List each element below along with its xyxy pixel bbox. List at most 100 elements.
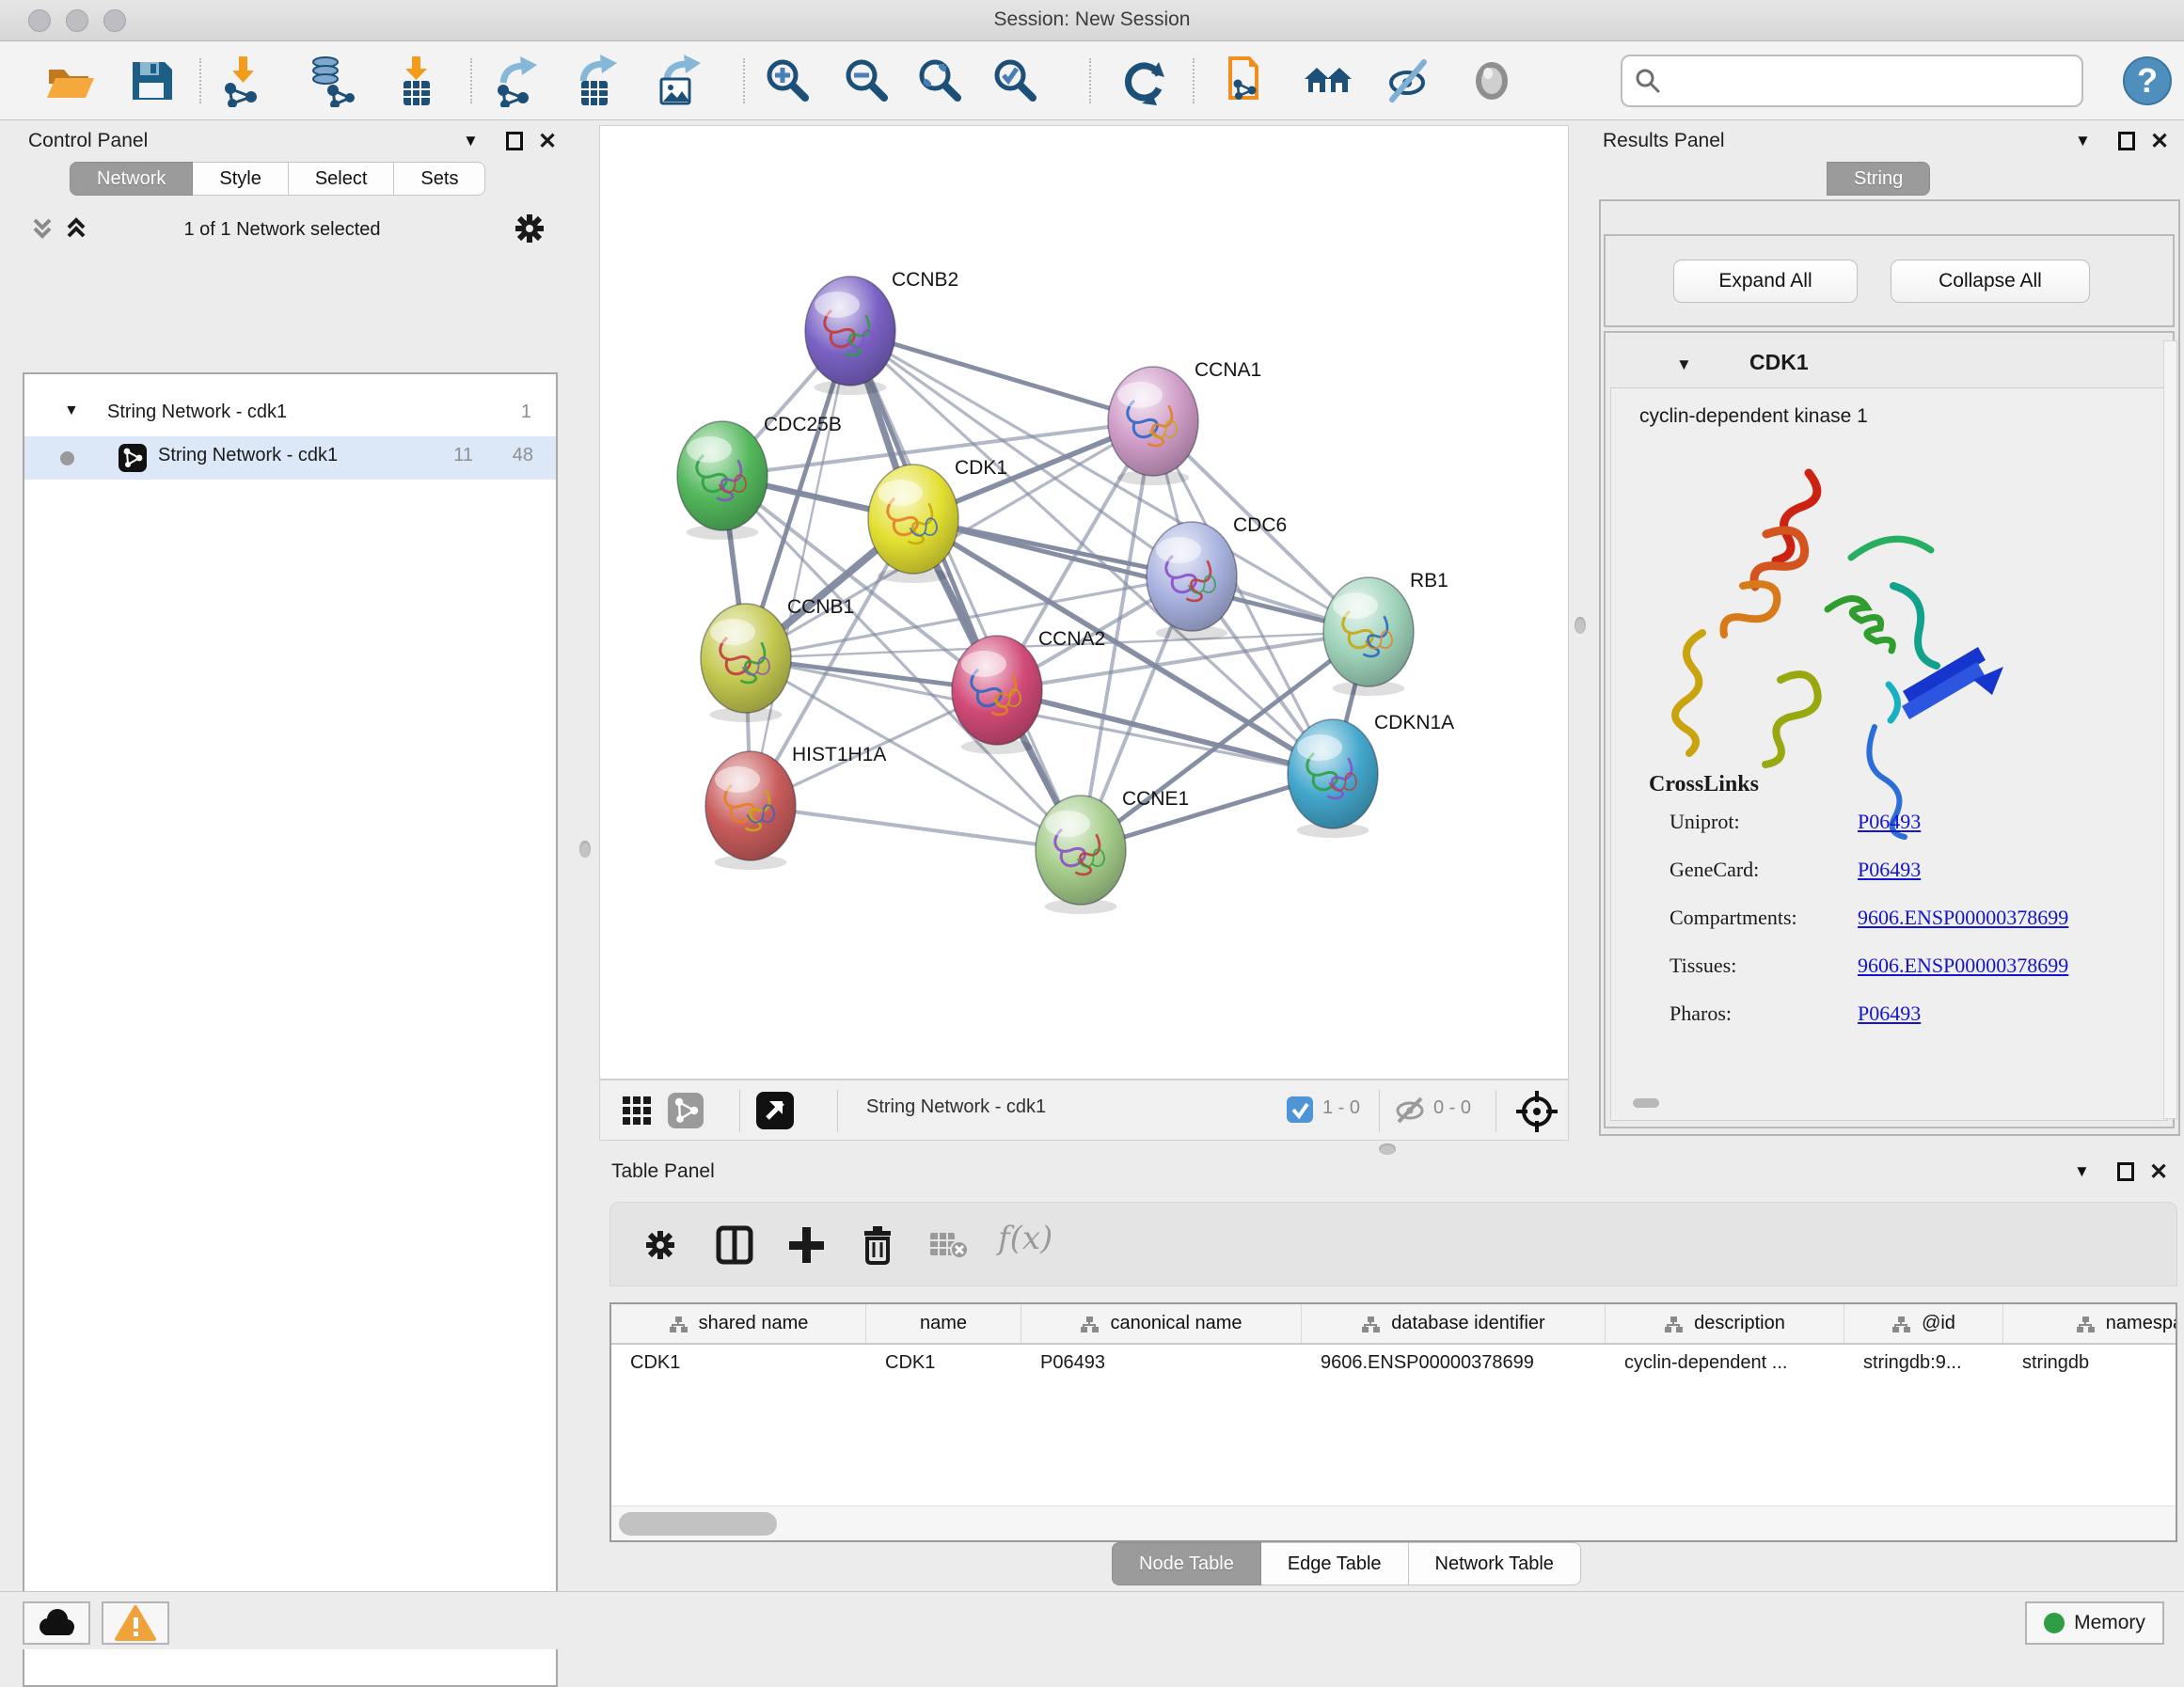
tab-network-table[interactable]: Network Table [1409,1542,1581,1585]
network-node-CDC6[interactable]: CDC6 [1147,514,1287,640]
tab-edge-table[interactable]: Edge Table [1261,1542,1409,1585]
tab-sets[interactable]: Sets [394,162,485,196]
crosslink-link[interactable]: P06493 [1858,810,1921,834]
network-node-CCNA1[interactable]: CCNA1 [1108,359,1261,485]
results-hscroll-thumb[interactable] [1633,1098,1659,1108]
zoom-fit-icon[interactable] [914,55,967,107]
network-node-label-CCNB2: CCNB2 [892,269,958,291]
crosslink-link[interactable]: P06493 [1858,1001,1921,1026]
delete-table-icon[interactable] [928,1229,970,1261]
network-edge-count: 48 [513,445,533,466]
network-from-document-icon[interactable] [1221,55,1274,107]
zoom-in-icon[interactable] [762,55,815,107]
crosshair-icon[interactable] [1514,1089,1559,1134]
network-collection-row[interactable]: ▼ String Network - cdk1 1 [24,393,556,436]
hidden-eye-icon[interactable] [1394,1096,1426,1124]
zoom-out-icon[interactable] [841,55,894,107]
function-builder-icon[interactable]: f(x) [998,1220,1052,1257]
column-header-canonical-name[interactable]: canonical name [1021,1304,1302,1343]
zoom-selected-icon[interactable] [989,55,1042,107]
column-header-name[interactable]: name [866,1304,1021,1343]
column-header-shared-name[interactable]: shared name [611,1304,866,1343]
crosslink-label: Pharos: [1670,1001,1732,1025]
network-node-HIST1H1A[interactable]: HIST1H1A [705,744,886,870]
search-input[interactable] [1662,62,2081,100]
table-row[interactable]: CDK1CDK1P064939606.ENSP00000378699cyclin… [611,1345,2176,1383]
memory-button[interactable]: Memory [2025,1601,2164,1645]
table-hscroll-thumb[interactable] [619,1512,777,1536]
network-share-view-icon[interactable] [668,1093,704,1128]
grid-view-icon[interactable] [621,1095,653,1127]
results-panel-maximize-icon[interactable] [2118,132,2135,150]
network-options-gear-icon[interactable] [514,213,546,244]
tab-select[interactable]: Select [289,162,395,196]
collapse-all-button[interactable]: Collapse All [1891,260,2090,303]
control-panel-float-icon[interactable]: ▼ [463,132,479,150]
import-table-icon[interactable] [390,55,443,107]
collection-disclosure-icon[interactable]: ▼ [64,402,79,419]
tab-node-table[interactable]: Node Table [1112,1542,1261,1585]
tab-string[interactable]: String [1827,162,1930,196]
entry-disclosure-icon[interactable]: ▼ [1676,355,1692,374]
left-splitter-grip[interactable] [579,841,591,858]
export-table-icon[interactable] [572,55,625,107]
control-panel-maximize-icon[interactable] [506,132,523,150]
warning-button[interactable] [102,1601,169,1645]
network-row-selected[interactable]: String Network - cdk1 11 48 [24,436,556,480]
add-column-icon[interactable] [787,1225,825,1265]
network-node-CDKN1A[interactable]: CDKN1A [1288,712,1454,838]
refresh-network-icon[interactable] [1117,55,1170,107]
welcome-screen-icon[interactable] [1302,55,1354,107]
table-panel-float-icon[interactable]: ▼ [2074,1162,2090,1181]
import-network-icon[interactable] [217,55,270,107]
network-node-label-CCNA1: CCNA1 [1195,359,1261,381]
table-cell: P06493 [1021,1345,1302,1383]
hide-selected-icon[interactable] [1383,55,1435,107]
column-header--id[interactable]: @id [1844,1304,2003,1343]
column-header-database-identifier[interactable]: database identifier [1302,1304,1606,1343]
results-scrollbar[interactable] [2163,340,2177,1119]
birdseye-view-icon[interactable] [756,1092,794,1129]
delete-column-trash-icon[interactable] [859,1223,896,1265]
crosslink-link[interactable]: 9606.ENSP00000378699 [1858,906,2068,930]
cloud-button[interactable] [23,1601,90,1645]
memory-status-dot-icon [2044,1613,2065,1633]
network-node-CCNE1[interactable]: CCNE1 [1036,788,1189,914]
table-toolbar: f(x) [609,1202,2177,1286]
network-node-count: 11 [453,445,473,466]
table-panel-close-icon[interactable]: ✕ [2149,1159,2168,1186]
table-gear-icon[interactable] [644,1229,676,1261]
show-columns-icon[interactable] [716,1225,753,1265]
tab-style[interactable]: Style [193,162,288,196]
crosslink-link[interactable]: 9606.ENSP00000378699 [1858,954,2068,978]
tab-network[interactable]: Network [70,162,193,196]
results-panel-close-icon[interactable]: ✕ [2150,128,2169,155]
separator [739,1090,740,1132]
network-node-CCNB2[interactable]: CCNB2 [805,269,958,395]
crosslink-row: Pharos: P06493 [1670,1001,2159,1049]
table-panel-maximize-icon[interactable] [2117,1162,2134,1181]
save-session-icon[interactable] [125,55,178,107]
selected-checkbox-icon[interactable] [1287,1096,1313,1123]
entry-description: cyclin-dependent kinase 1 [1639,405,1868,428]
results-panel-float-icon[interactable]: ▼ [2075,132,2091,150]
network-canvas[interactable]: CCNB2CCNA1CDC25BCDK1CDC6RB1CCNB1CCNA2CDK… [599,125,1569,1080]
network-node-RB1[interactable]: RB1 [1323,570,1448,696]
import-network-from-database-icon[interactable] [305,55,357,107]
crosslink-row: Uniprot:P06493 [1670,810,2159,858]
export-network-icon[interactable] [492,55,545,107]
open-session-icon[interactable] [43,55,96,107]
help-button[interactable]: ? [2121,55,2174,107]
toolbar-separator [1193,58,1195,103]
table-hscrollbar[interactable] [611,1506,2176,1540]
control-panel-close-icon[interactable]: ✕ [538,128,557,155]
crosslink-link[interactable]: P06493 [1858,858,1921,882]
column-header-namespace[interactable]: namespace [2003,1304,2177,1343]
network-node-CCNB1[interactable]: CCNB1 [701,596,854,722]
expand-all-button[interactable]: Expand All [1673,260,1858,303]
bottom-splitter-grip[interactable] [1379,1143,1396,1155]
export-image-icon[interactable] [654,55,706,107]
right-splitter-grip[interactable] [1575,617,1586,634]
column-header-description[interactable]: description [1606,1304,1844,1343]
show-all-icon[interactable] [1465,55,1518,107]
